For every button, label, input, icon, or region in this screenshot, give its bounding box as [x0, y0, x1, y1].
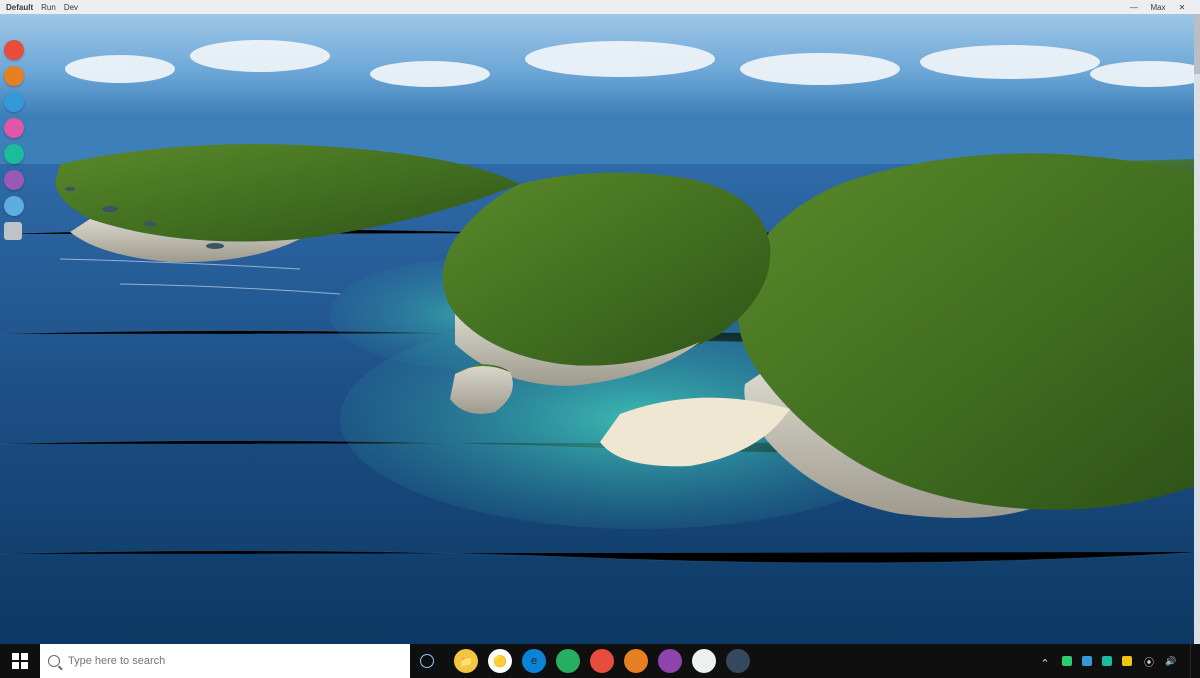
launcher-app-sky[interactable] [4, 196, 24, 216]
windows-logo-icon [12, 653, 28, 669]
desktop[interactable] [0, 14, 1200, 644]
taskbar-app-app-purple-round[interactable] [658, 649, 682, 673]
search-icon [48, 655, 60, 667]
cortana-button[interactable] [410, 644, 444, 678]
titlebar-menu: Default Run Dev [6, 3, 78, 12]
taskbar-app-app-dark-round[interactable] [726, 649, 750, 673]
tray-green-icon[interactable] [1060, 654, 1074, 668]
launcher-app-teal[interactable] [4, 144, 24, 164]
taskbar-pinned-apps: 📁 🟡 e [444, 644, 750, 678]
tray-blue-icon[interactable] [1080, 654, 1094, 668]
launcher-app-orange[interactable] [4, 66, 24, 86]
window-minimize-button[interactable]: — [1122, 3, 1146, 12]
tray-teal-icon[interactable] [1100, 654, 1114, 668]
start-button[interactable] [0, 644, 40, 678]
volume-icon[interactable] [1164, 654, 1178, 668]
tray-amber-icon[interactable] [1120, 654, 1134, 668]
network-icon[interactable] [1142, 654, 1156, 668]
scrollbar[interactable] [1194, 14, 1200, 644]
taskbar-app-app-white-round[interactable] [692, 649, 716, 673]
scrollbar-thumb[interactable] [1194, 14, 1200, 74]
taskbar-app-file-explorer[interactable]: 📁 [454, 649, 478, 673]
titlebar-item-3[interactable]: Dev [64, 3, 78, 12]
titlebar-item-1[interactable]: Default [6, 3, 33, 12]
window-titlebar: Default Run Dev — Max ✕ [0, 0, 1200, 14]
launcher-app-blue[interactable] [4, 92, 24, 112]
taskbar-app-browser-chrome[interactable]: 🟡 [488, 649, 512, 673]
taskbar-app-browser-edge[interactable]: e [522, 649, 546, 673]
launcher-app-purple[interactable] [4, 170, 24, 190]
window-maximize-button[interactable]: Max [1146, 3, 1170, 12]
system-tray [1032, 644, 1200, 678]
window-close-button[interactable]: ✕ [1170, 3, 1194, 12]
launcher-app-pink[interactable] [4, 118, 24, 138]
launcher-app-gray[interactable] [4, 222, 22, 240]
titlebar-item-2[interactable]: Run [41, 3, 56, 12]
taskbar-search[interactable] [40, 644, 410, 678]
taskbar-app-app-red-round[interactable] [590, 649, 614, 673]
search-input[interactable] [66, 654, 402, 668]
taskbar-app-app-orange-round[interactable] [624, 649, 648, 673]
taskbar-app-app-green[interactable] [556, 649, 580, 673]
cortana-ring-icon [420, 654, 434, 668]
sidebar-launcher [4, 40, 24, 240]
show-desktop-button[interactable] [1190, 644, 1194, 678]
desktop-wallpaper [0, 14, 1200, 644]
taskbar: 📁 🟡 e [0, 644, 1200, 678]
launcher-app-red[interactable] [4, 40, 24, 60]
tray-overflow-button[interactable] [1038, 654, 1052, 668]
tray-status-icons [1060, 654, 1134, 668]
